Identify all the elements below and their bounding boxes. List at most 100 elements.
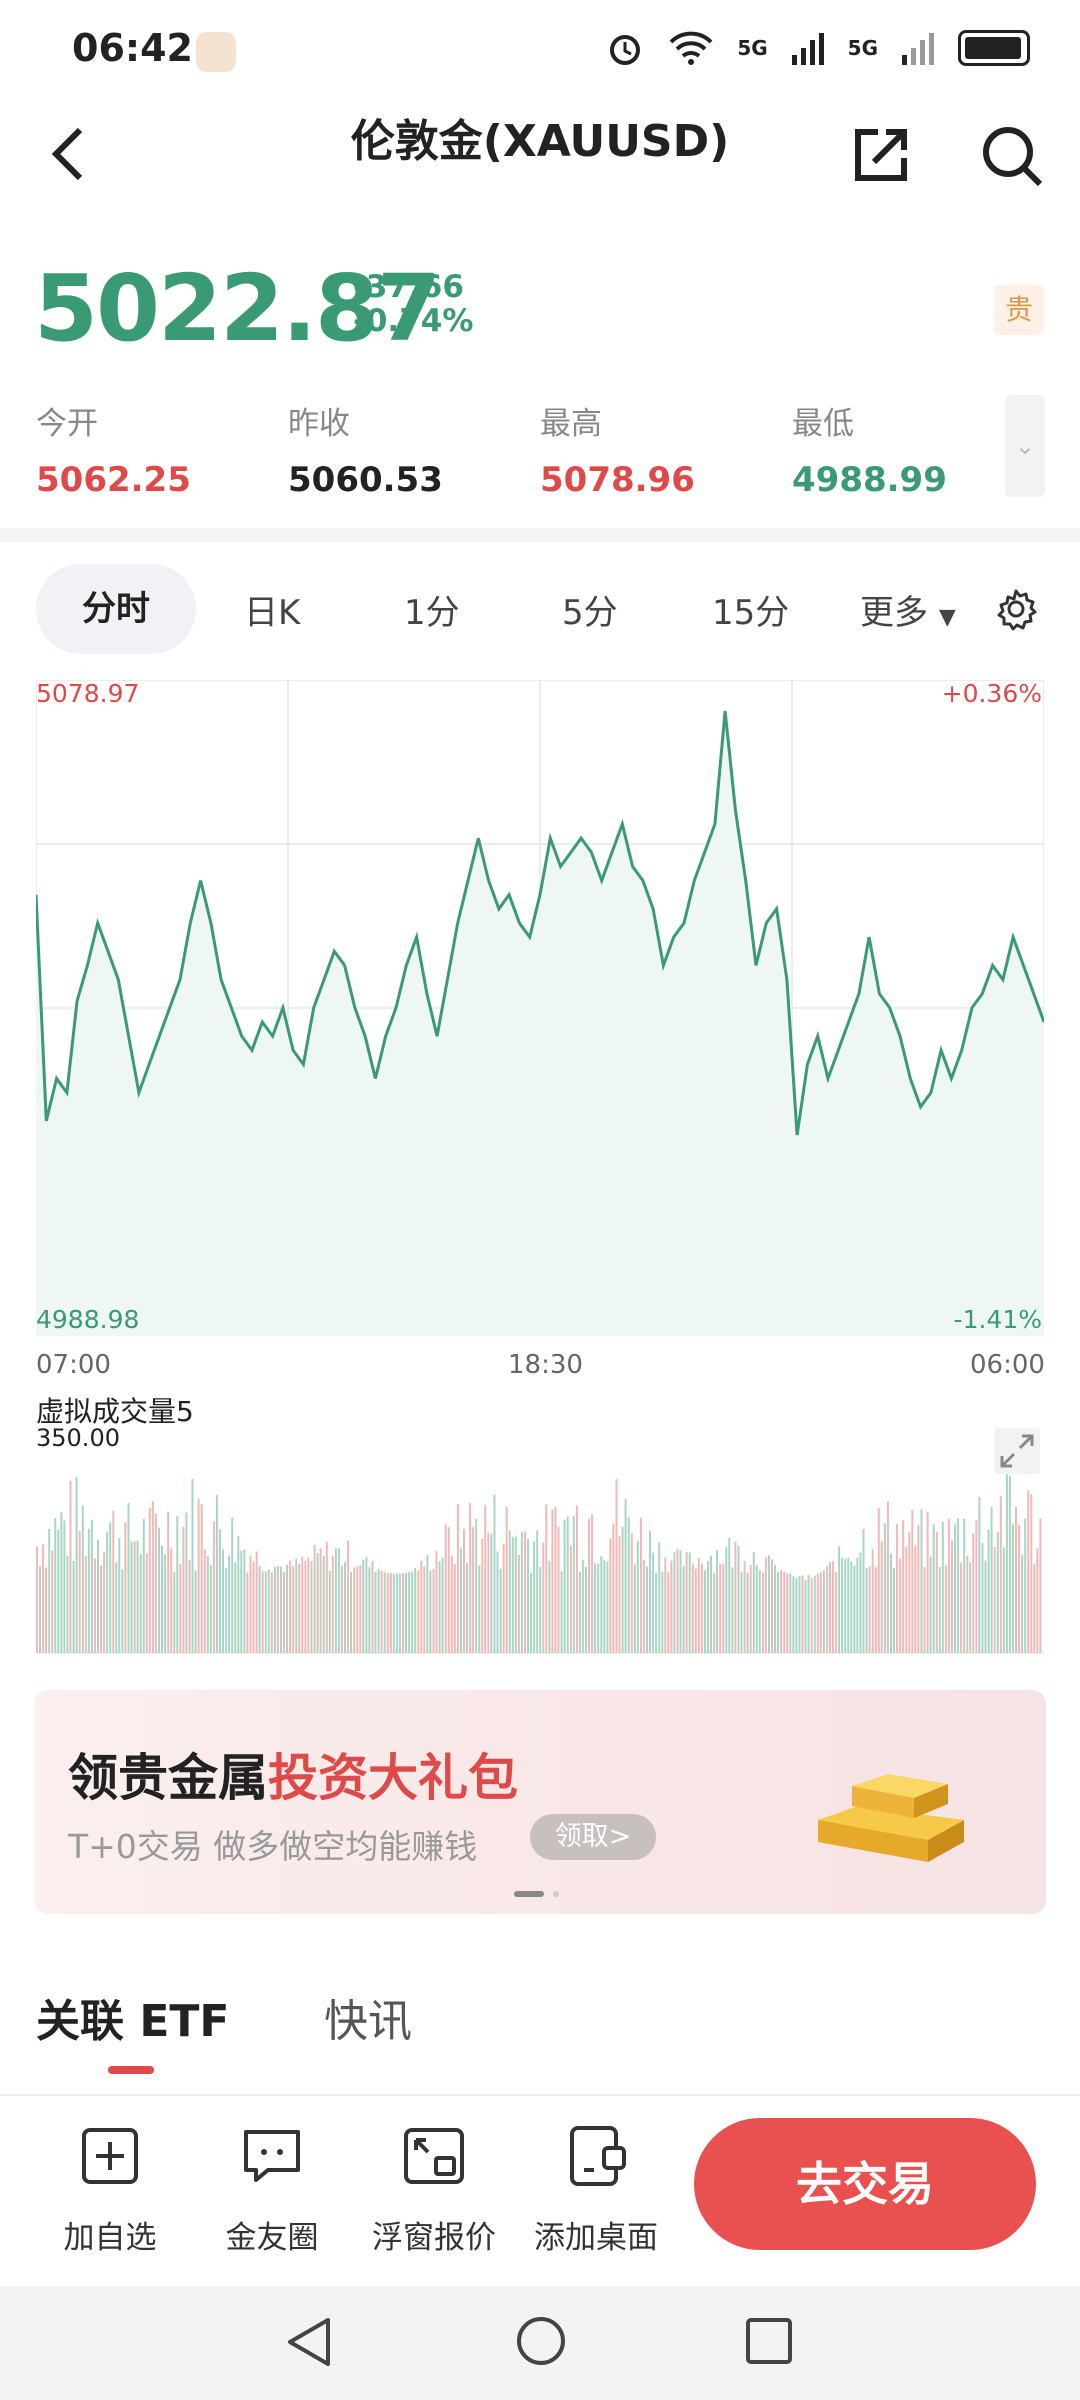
add-icon xyxy=(82,2128,138,2184)
volume-bar xyxy=(716,1550,719,1653)
tab-15min[interactable]: 15分 xyxy=(712,585,789,634)
volume-bar xyxy=(490,1533,493,1653)
volume-bar xyxy=(856,1557,859,1653)
volume-bar xyxy=(222,1549,224,1653)
volume-bar xyxy=(353,1567,356,1653)
volume-bar xyxy=(383,1571,386,1653)
volume-bar xyxy=(517,1555,520,1653)
volume-bar xyxy=(585,1566,587,1653)
volume-bar xyxy=(947,1518,950,1653)
volume-bar xyxy=(487,1532,490,1653)
volume-bar xyxy=(78,1530,81,1653)
volume-bar xyxy=(1018,1524,1021,1653)
alarm-icon xyxy=(610,35,641,65)
volume-bar xyxy=(978,1496,981,1653)
tab-more[interactable]: 更多 ▼ xyxy=(860,585,956,634)
tab-daily-k[interactable]: 日K xyxy=(244,585,300,634)
volume-bar xyxy=(139,1553,142,1653)
volume-bar xyxy=(42,1544,45,1653)
nav-recents-icon[interactable] xyxy=(744,2316,794,2366)
battery-icon xyxy=(958,30,1030,66)
volume-bar xyxy=(673,1552,676,1653)
volume-bar xyxy=(993,1547,996,1653)
volume-bar xyxy=(914,1546,917,1653)
volume-bar xyxy=(920,1509,923,1653)
tab-1min[interactable]: 1分 xyxy=(404,585,460,634)
banner-claim-button[interactable]: 领取> xyxy=(530,1814,656,1860)
volume-bar xyxy=(505,1506,508,1653)
volume-bar xyxy=(679,1550,682,1653)
volume-bar xyxy=(627,1517,630,1653)
share-icon[interactable] xyxy=(852,124,912,184)
volume-bar xyxy=(737,1545,740,1653)
volume-bar xyxy=(536,1530,539,1653)
volume-bar xyxy=(1015,1506,1017,1653)
section-divider xyxy=(0,528,1080,542)
section-divider-2 xyxy=(0,2094,1080,2096)
add-to-desktop-button[interactable]: 添加桌面 xyxy=(526,2124,666,2257)
gold-friends-button[interactable]: 金友圈 xyxy=(202,2124,342,2257)
volume-bar xyxy=(816,1573,819,1653)
volume-bar xyxy=(420,1560,423,1653)
volume-bar xyxy=(395,1573,398,1653)
search-icon[interactable] xyxy=(980,124,1044,188)
volume-bar xyxy=(932,1524,935,1653)
fullscreen-icon[interactable] xyxy=(994,1428,1040,1474)
gear-icon[interactable] xyxy=(994,587,1038,631)
volume-chart xyxy=(36,1458,1044,1654)
volume-bar xyxy=(456,1503,459,1653)
volume-bar xyxy=(1039,1518,1042,1653)
nav-home-icon[interactable] xyxy=(514,2314,568,2368)
volume-bar xyxy=(807,1575,810,1653)
volume-bar xyxy=(444,1524,447,1653)
tab-5min[interactable]: 5分 xyxy=(562,585,618,634)
volume-bar xyxy=(832,1561,834,1653)
volume-bar xyxy=(941,1522,944,1653)
volume-bar xyxy=(450,1555,453,1653)
volume-bar xyxy=(923,1566,926,1653)
volume-bar xyxy=(725,1547,728,1653)
volume-bar xyxy=(652,1552,655,1653)
volume-bar xyxy=(459,1547,462,1653)
volume-bar xyxy=(981,1542,984,1653)
volume-bar xyxy=(783,1571,786,1653)
volume-bar xyxy=(145,1553,148,1653)
active-tab-indicator xyxy=(108,2066,154,2074)
volume-bar xyxy=(493,1494,496,1653)
signal-icon-2 xyxy=(902,33,934,65)
volume-bar xyxy=(411,1571,414,1653)
volume-bar xyxy=(1002,1547,1005,1653)
volume-bar xyxy=(167,1511,170,1653)
promo-banner[interactable]: 领贵金属投资大礼包 T+0交易 做多做空均能赚钱 领取> xyxy=(34,1690,1046,1914)
floating-quote-button[interactable]: 浮窗报价 xyxy=(364,2124,504,2257)
volume-bar xyxy=(481,1538,484,1653)
tab-intraday[interactable]: 分时 xyxy=(36,564,196,654)
nav-back-icon[interactable] xyxy=(284,2314,334,2370)
network-label: 5G xyxy=(737,36,768,60)
tab-news-flash[interactable]: 快讯 xyxy=(324,1985,412,2049)
volume-bar xyxy=(667,1572,670,1653)
volume-bar xyxy=(39,1566,41,1653)
stat-prev-close-value: 5060.53 xyxy=(288,460,443,500)
volume-bar xyxy=(560,1571,563,1653)
volume-bar xyxy=(902,1519,905,1653)
volume-bar xyxy=(325,1541,328,1653)
volume-bar xyxy=(51,1550,54,1653)
intraday-chart[interactable]: 5078.97 +0.36% 4988.98 -1.41% xyxy=(36,680,1044,1336)
stat-open-label: 今开 xyxy=(36,406,98,442)
volume-bar xyxy=(548,1560,551,1653)
volume-bar xyxy=(72,1561,75,1653)
volume-bar xyxy=(90,1519,93,1653)
trade-button[interactable]: 去交易 xyxy=(694,2118,1036,2250)
add-watchlist-button[interactable]: 加自选 xyxy=(40,2124,180,2257)
expand-stats-button[interactable]: ⌄ xyxy=(1005,395,1045,497)
volume-bar xyxy=(466,1562,468,1653)
volume-bar xyxy=(630,1533,633,1653)
volume-bar xyxy=(926,1511,929,1653)
volume-bar xyxy=(838,1546,841,1653)
gold-bars-icon xyxy=(818,1774,964,1862)
tab-related-etf[interactable]: 关联 ETF xyxy=(36,1985,229,2049)
volume-bar xyxy=(731,1567,734,1653)
volume-bar xyxy=(1036,1548,1039,1653)
volume-bar xyxy=(859,1552,862,1653)
